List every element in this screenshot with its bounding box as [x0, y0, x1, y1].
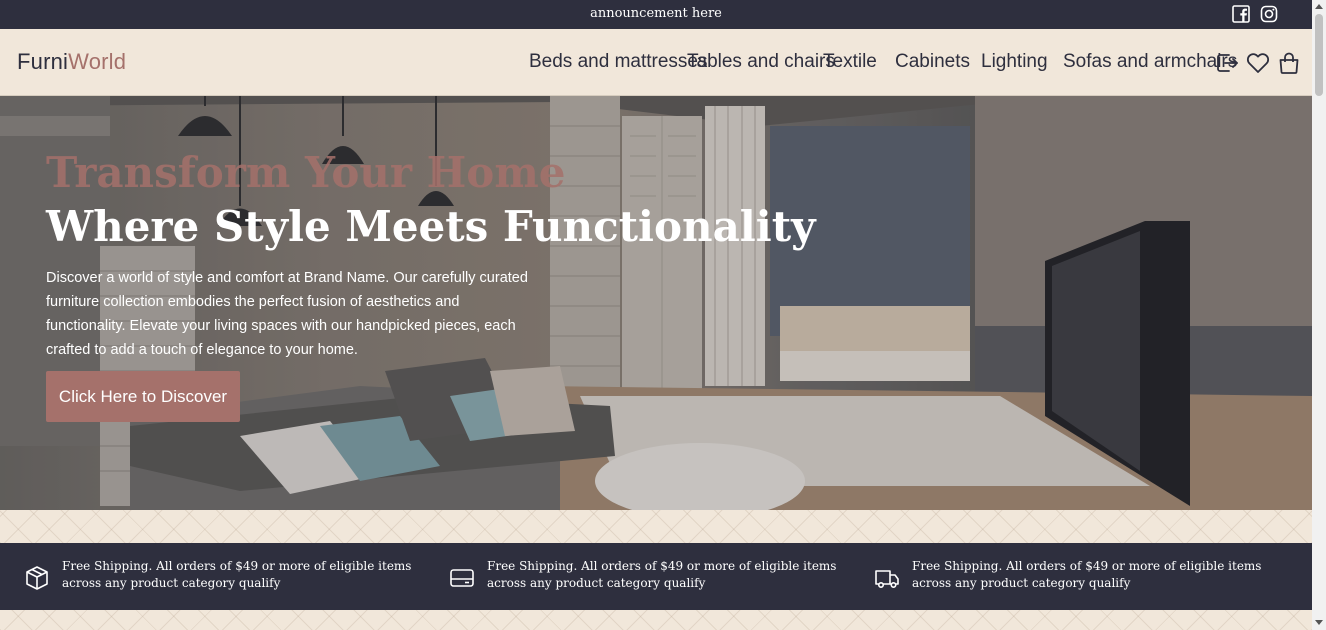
shopping-bag-icon[interactable]	[1277, 51, 1301, 75]
site-header: FurniWorld Beds and mattresses Tables an…	[0, 29, 1312, 96]
announcement-bar: announcement here	[0, 0, 1312, 29]
nav-item-lighting[interactable]: Lighting	[981, 51, 1048, 73]
nav-item-cabinets[interactable]: Cabinets	[895, 51, 970, 73]
hero-title-transform: Transform Your Home	[46, 148, 566, 197]
hero-section: Transform Your Home Where Style Meets Fu…	[0, 96, 1312, 510]
main-nav: Beds and mattresses Tables and chairs Te…	[0, 51, 1312, 75]
features-bar: Free Shipping. All orders of $49 or more…	[0, 543, 1312, 610]
scroll-down-arrow[interactable]	[1315, 620, 1323, 625]
nav-item-tables-and-chairs[interactable]: Tables and chairs	[687, 51, 835, 73]
nav-item-sofas-and-armchairs[interactable]: Sofas and armchairs	[1063, 51, 1237, 73]
pattern-divider-top	[0, 510, 1312, 543]
logout-icon[interactable]	[1215, 51, 1239, 75]
box-icon	[26, 566, 48, 590]
scrollbar[interactable]	[1312, 0, 1326, 630]
feature-text: Free Shipping. All orders of $49 or more…	[912, 559, 1262, 590]
nav-item-textile[interactable]: Textile	[823, 51, 877, 73]
feature-item: Free Shipping. All orders of $49 or more…	[24, 543, 434, 610]
discover-button[interactable]: Click Here to Discover	[46, 371, 240, 422]
heart-icon[interactable]	[1246, 51, 1270, 75]
hero-title-style: Where Style Meets Functionality	[46, 202, 816, 251]
feature-text: Free Shipping. All orders of $49 or more…	[62, 559, 412, 590]
nav-item-beds-and-mattresses[interactable]: Beds and mattresses	[529, 51, 707, 73]
scroll-thumb[interactable]	[1315, 14, 1323, 96]
feature-text: Free Shipping. All orders of $49 or more…	[487, 559, 837, 590]
truck-icon	[875, 570, 899, 588]
announcement-text: announcement here	[590, 6, 722, 21]
credit-card-icon	[450, 569, 474, 587]
feature-item: Free Shipping. All orders of $49 or more…	[449, 543, 859, 610]
facebook-icon[interactable]	[1232, 5, 1250, 23]
pattern-divider-bottom	[0, 610, 1312, 630]
instagram-icon[interactable]	[1260, 5, 1278, 23]
feature-item: Free Shipping. All orders of $49 or more…	[874, 543, 1284, 610]
scroll-up-arrow[interactable]	[1315, 4, 1323, 9]
hero-description: Discover a world of style and comfort at…	[46, 270, 528, 358]
